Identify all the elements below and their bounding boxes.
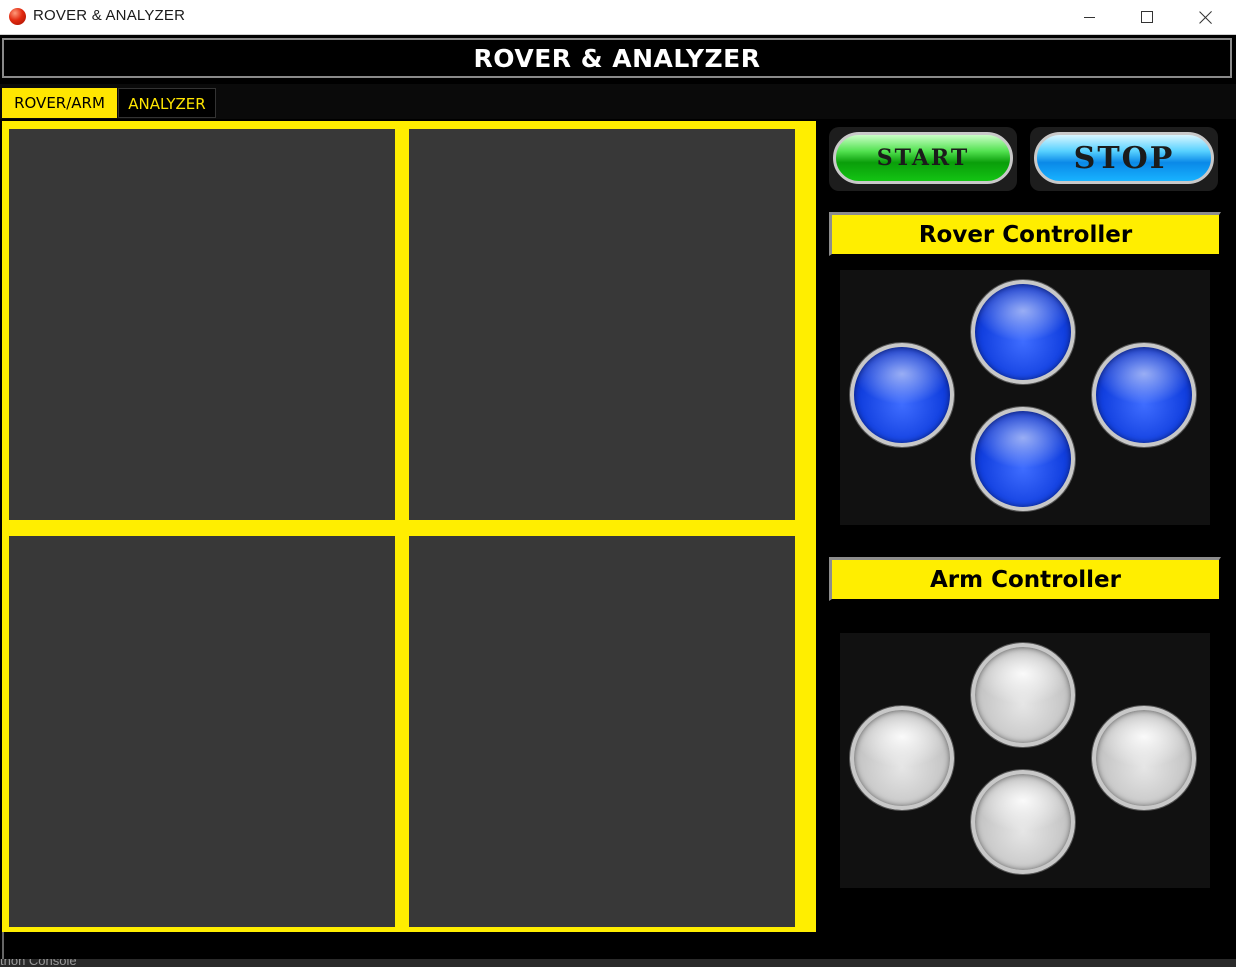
window-titlebar: ROVER & ANALYZER: [0, 0, 1236, 35]
close-button[interactable]: [1177, 0, 1235, 34]
minimize-button[interactable]: [1060, 0, 1118, 34]
stop-button[interactable]: STOP: [1034, 132, 1214, 184]
camera-grid: [2, 121, 816, 933]
rover-controller-title: Rover Controller: [829, 212, 1221, 256]
app-window: ROVER & ANALYZER ROVER/ARM ANALYZER STAR…: [0, 35, 1236, 967]
rover-controller-pad: [840, 270, 1210, 525]
arm-down-button[interactable]: [971, 770, 1075, 874]
app-header: ROVER & ANALYZER: [2, 38, 1232, 78]
rover-down-button[interactable]: [971, 407, 1075, 511]
page-title: ROVER & ANALYZER: [473, 43, 761, 73]
maximize-icon: [1141, 11, 1153, 23]
status-strip: [2, 932, 1234, 959]
rover-right-button[interactable]: [1092, 343, 1196, 447]
tab-analyzer[interactable]: ANALYZER: [118, 88, 216, 118]
app-icon: [9, 8, 26, 25]
arm-right-button[interactable]: [1092, 706, 1196, 810]
start-button[interactable]: START: [833, 132, 1013, 184]
camera-view-2: [409, 129, 795, 520]
maximize-button[interactable]: [1118, 0, 1176, 34]
camera-view-1: [9, 129, 395, 520]
minimize-icon: [1083, 16, 1095, 18]
rover-left-button[interactable]: [850, 343, 954, 447]
camera-view-4: [409, 536, 795, 927]
window-title: ROVER & ANALYZER: [33, 7, 186, 24]
arm-controller-pad: [840, 633, 1210, 888]
arm-up-button[interactable]: [971, 643, 1075, 747]
tab-bar: ROVER/ARM ANALYZER: [0, 84, 1236, 119]
console-tab[interactable]: thon Console: [0, 959, 1236, 967]
camera-view-3: [9, 536, 395, 927]
start-button-frame: START: [829, 127, 1017, 191]
close-icon: [1199, 10, 1213, 24]
arm-left-button[interactable]: [850, 706, 954, 810]
arm-controller-title: Arm Controller: [829, 557, 1221, 601]
tab-rover-arm[interactable]: ROVER/ARM: [2, 88, 117, 118]
rover-up-button[interactable]: [971, 280, 1075, 384]
stop-button-frame: STOP: [1030, 127, 1218, 191]
console-label: thon Console: [0, 959, 77, 967]
